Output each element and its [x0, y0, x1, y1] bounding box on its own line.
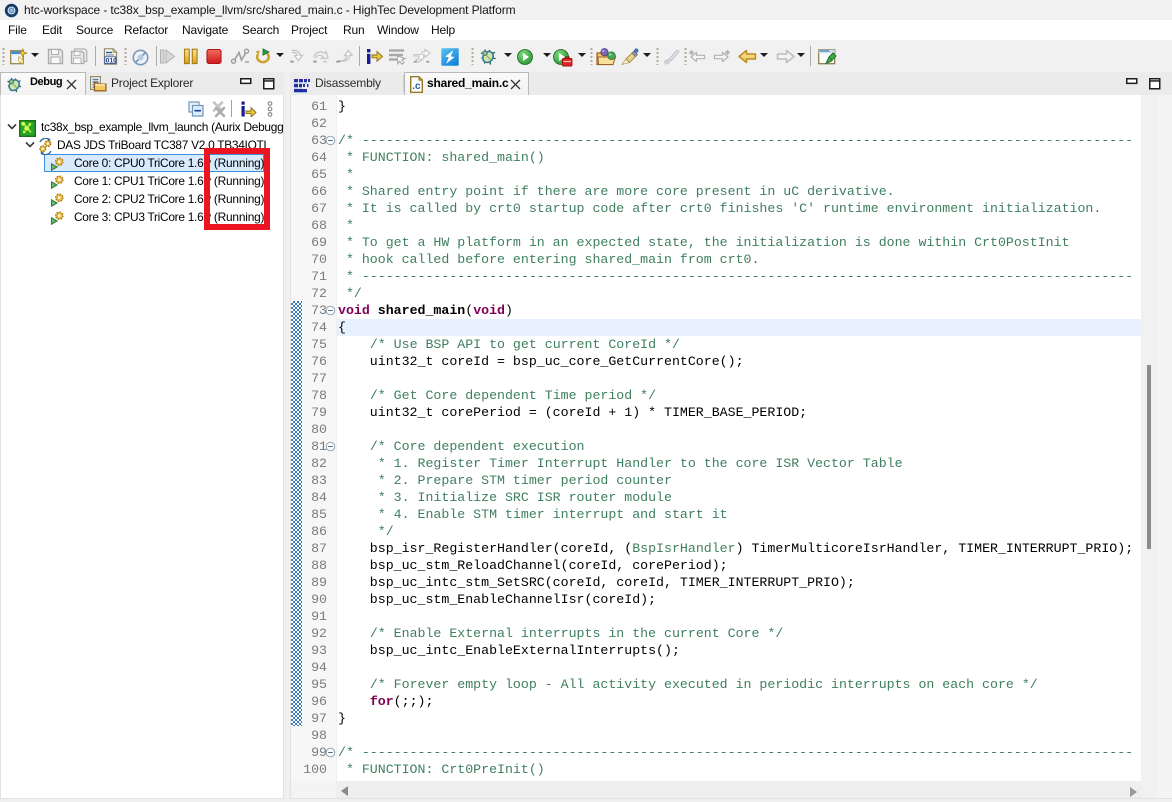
- svg-text:010: 010: [106, 58, 118, 65]
- svg-text:.c: .c: [412, 81, 421, 92]
